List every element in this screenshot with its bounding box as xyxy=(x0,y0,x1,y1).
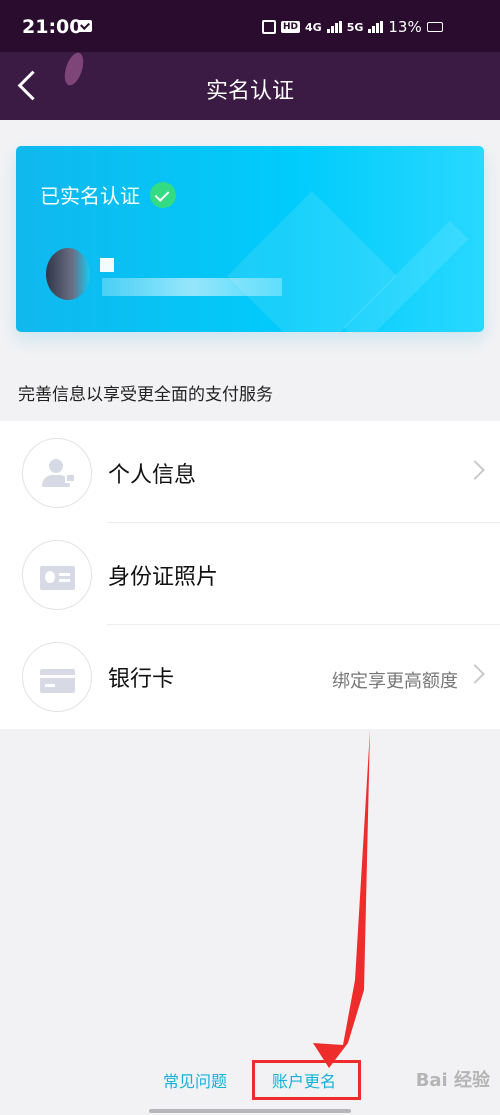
message-icon xyxy=(78,20,92,32)
network-4g-label: 4G xyxy=(305,20,322,34)
vibrate-icon xyxy=(262,20,276,34)
chevron-right-icon xyxy=(465,664,485,684)
masked-user-info xyxy=(40,248,282,300)
masked-text-block xyxy=(102,278,282,296)
hd-badge: HD xyxy=(281,21,301,33)
bank-card-icon xyxy=(22,642,92,712)
bank-card-shape xyxy=(40,669,75,693)
battery-percentage: 13% xyxy=(388,18,422,36)
signal-icon xyxy=(326,21,342,33)
menu-item-personal-info[interactable]: 个人信息 xyxy=(0,421,500,523)
menu-item-label: 银行卡 xyxy=(108,667,175,692)
account-rename-link[interactable]: 账户更名 xyxy=(272,1068,336,1092)
verification-menu-list: 个人信息 身份证照片 银行卡 绑定享更高额度 xyxy=(0,421,500,729)
id-card-icon xyxy=(22,540,92,610)
verification-status: 已实名认证 xyxy=(40,180,176,209)
personal-info-icon xyxy=(22,438,92,508)
watermark-text: Bai 经验 xyxy=(415,1070,490,1091)
battery-icon xyxy=(426,22,443,32)
faq-link[interactable]: 常见问题 xyxy=(163,1068,227,1092)
status-time: 21:00 xyxy=(22,16,83,38)
home-indicator[interactable] xyxy=(149,1109,351,1113)
masked-avatar xyxy=(46,248,90,300)
verification-card: 已实名认证 xyxy=(16,146,484,332)
check-circle-icon xyxy=(150,181,176,208)
service-hint-text: 完善信息以享受更全面的支付服务 xyxy=(18,385,273,405)
masked-text-block xyxy=(100,258,114,272)
chevron-right-icon xyxy=(465,460,485,480)
status-icons: HD 4G 5G 13% xyxy=(262,17,443,37)
menu-item-id-photo[interactable]: 身份证照片 xyxy=(0,523,500,625)
bank-card-subtext: 绑定享更高额度 xyxy=(332,671,458,692)
menu-item-bank-card[interactable]: 银行卡 绑定享更高额度 xyxy=(0,625,500,727)
signal-icon xyxy=(368,21,384,33)
person-icon xyxy=(42,457,76,487)
menu-item-label: 身份证照片 xyxy=(108,565,219,590)
id-card-shape xyxy=(40,566,75,590)
network-5g-label: 5G xyxy=(346,20,364,34)
verification-status-text: 已实名认证 xyxy=(40,184,140,208)
top-navigation: 实名认证 xyxy=(0,50,500,120)
page-title: 实名认证 xyxy=(205,79,294,104)
status-bar: 21:00 HD 4G 5G 13% xyxy=(0,0,500,52)
menu-item-label: 个人信息 xyxy=(108,463,197,488)
